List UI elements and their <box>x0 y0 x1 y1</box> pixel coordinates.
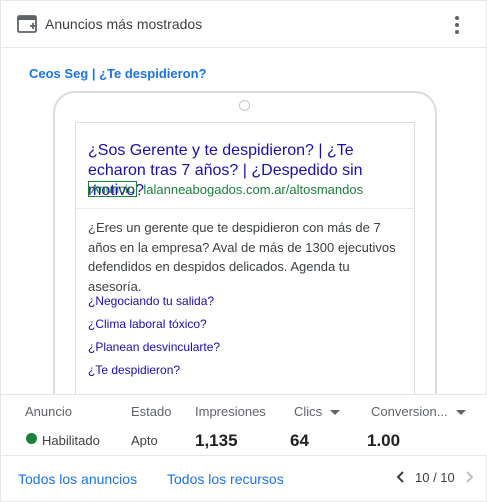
ad-preview: ¿Sos Gerente y te despidieron? | ¿Te ech… <box>75 122 415 412</box>
ad-group-link[interactable]: Ceos Seg | ¿Te despidieron? <box>29 66 206 81</box>
sitelink[interactable]: ¿Planean desvincularte? <box>88 340 220 354</box>
stat-label-estado: Estado <box>131 404 172 419</box>
ad-description: ¿Eres un gerente que te despidieron con … <box>88 220 396 294</box>
ad-display-url: lalanneabogados.com.ar/altosmandos <box>143 181 364 197</box>
stat-label-anuncio: Anuncio <box>25 404 72 419</box>
stat-label-conversiones: Conversion... <box>371 404 448 419</box>
card-footer: Todos los anuncios Todos los recursos 10… <box>1 456 487 502</box>
dropdown-arrow-icon <box>330 409 341 415</box>
stat-label-impresiones: Impresiones <box>195 404 266 419</box>
clicks-metric-dropdown[interactable]: Clics <box>294 404 341 419</box>
sitelink[interactable]: ¿Te despidieron? <box>88 363 180 377</box>
phone-camera-icon <box>239 100 250 111</box>
ad-badge: Anuncio <box>88 181 138 197</box>
top-ads-card: Anuncios más mostrados Ceos Seg | ¿Te de… <box>0 0 487 502</box>
card-header: Anuncios más mostrados <box>1 1 487 48</box>
chevron-right-icon[interactable] <box>461 469 477 485</box>
ad-window-icon <box>17 15 37 33</box>
more-vert-icon[interactable] <box>447 13 467 37</box>
all-assets-link[interactable]: Todos los recursos <box>167 471 284 487</box>
sitelink[interactable]: ¿Clima laboral tóxico? <box>88 317 207 331</box>
dropdown-arrow-icon <box>455 409 466 415</box>
stats-row: Anuncio Estado Impresiones Clics Convers… <box>1 394 487 456</box>
chevron-left-icon[interactable] <box>393 469 409 485</box>
conversions-metric-dropdown[interactable]: Conversion... <box>371 404 466 419</box>
card-title: Anuncios más mostrados <box>45 16 203 32</box>
ad-url-row: Anuncio lalanneabogados.com.ar/altosmand… <box>88 181 363 197</box>
page-indicator: 10 / 10 <box>415 469 455 485</box>
pagination: 10 / 10 <box>393 469 477 485</box>
ad-status-value: Habilitado <box>42 433 100 448</box>
stat-label-clics: Clics <box>294 404 323 419</box>
estado-value: Apto <box>131 433 158 448</box>
sitelink[interactable]: ¿Negociando tu salida? <box>88 294 214 308</box>
all-ads-link[interactable]: Todos los anuncios <box>18 471 137 487</box>
divider <box>76 208 414 209</box>
status-dot-icon <box>26 433 37 444</box>
impressions-value: 1,135 <box>195 431 238 450</box>
clicks-value: 64 <box>290 431 309 450</box>
conversions-value: 1.00 <box>367 431 401 450</box>
